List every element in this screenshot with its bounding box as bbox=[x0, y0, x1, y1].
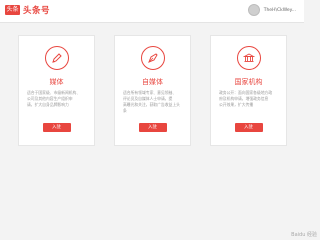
card-desc-line: 公开效果，扩大传播 bbox=[219, 102, 254, 107]
card-title: 国家机构 bbox=[234, 78, 263, 86]
join-button-government[interactable]: 入驻 bbox=[234, 123, 263, 132]
logo-badge: 头条 bbox=[5, 5, 20, 15]
card-description: 适合于国家级、市级新闻机构、 公司及其他内容生产组织申 请，扩大自身品牌影响力 bbox=[27, 90, 86, 108]
logo-text: 头条号 bbox=[23, 6, 51, 16]
card-self-media: 自媒体 适合所有领域专家、意见领袖、 评论员及自媒体人士申请，提 高曝光和关注，… bbox=[114, 35, 191, 146]
join-button-self-media[interactable]: 入驻 bbox=[138, 123, 167, 132]
card-government: 国家机构 政务公开：面向国家各级地方政 府及机构申请，增强政务信息 公开效果，扩… bbox=[210, 35, 287, 146]
username[interactable]: TheH\CkWey... bbox=[264, 8, 296, 13]
card-desc-line: 请，扩大自身品牌影响力 bbox=[27, 102, 69, 107]
card-media: 媒体 适合于国家级、市级新闻机构、 公司及其他内容生产组织申 请，扩大自身品牌影… bbox=[18, 35, 95, 146]
pen-icon bbox=[44, 46, 69, 70]
card-title: 媒体 bbox=[49, 78, 64, 86]
building-icon bbox=[236, 46, 261, 70]
watermark: Baidu 经验 bbox=[291, 232, 317, 238]
logo[interactable]: 头条 头条号 bbox=[5, 4, 50, 16]
user-menu[interactable]: TheH\CkWey... bbox=[247, 4, 296, 16]
card-title: 自媒体 bbox=[142, 78, 163, 86]
card-description: 政务公开：面向国家各级地方政 府及机构申请，增强政务信息 公开效果，扩大传播 bbox=[219, 90, 278, 108]
card-description: 适合所有领域专家、意见领袖、 评论员及自媒体人士申请，提 高曝光和关注，获取广告… bbox=[123, 90, 182, 114]
top-header: 头条 头条号 TheH\CkWey... bbox=[0, 0, 304, 23]
avatar[interactable] bbox=[247, 4, 260, 16]
card-desc-line: 高曝光和关注，获取广告收益上头条 bbox=[123, 102, 180, 113]
quill-pen-icon bbox=[140, 46, 165, 70]
join-button-media[interactable]: 入驻 bbox=[42, 123, 71, 132]
